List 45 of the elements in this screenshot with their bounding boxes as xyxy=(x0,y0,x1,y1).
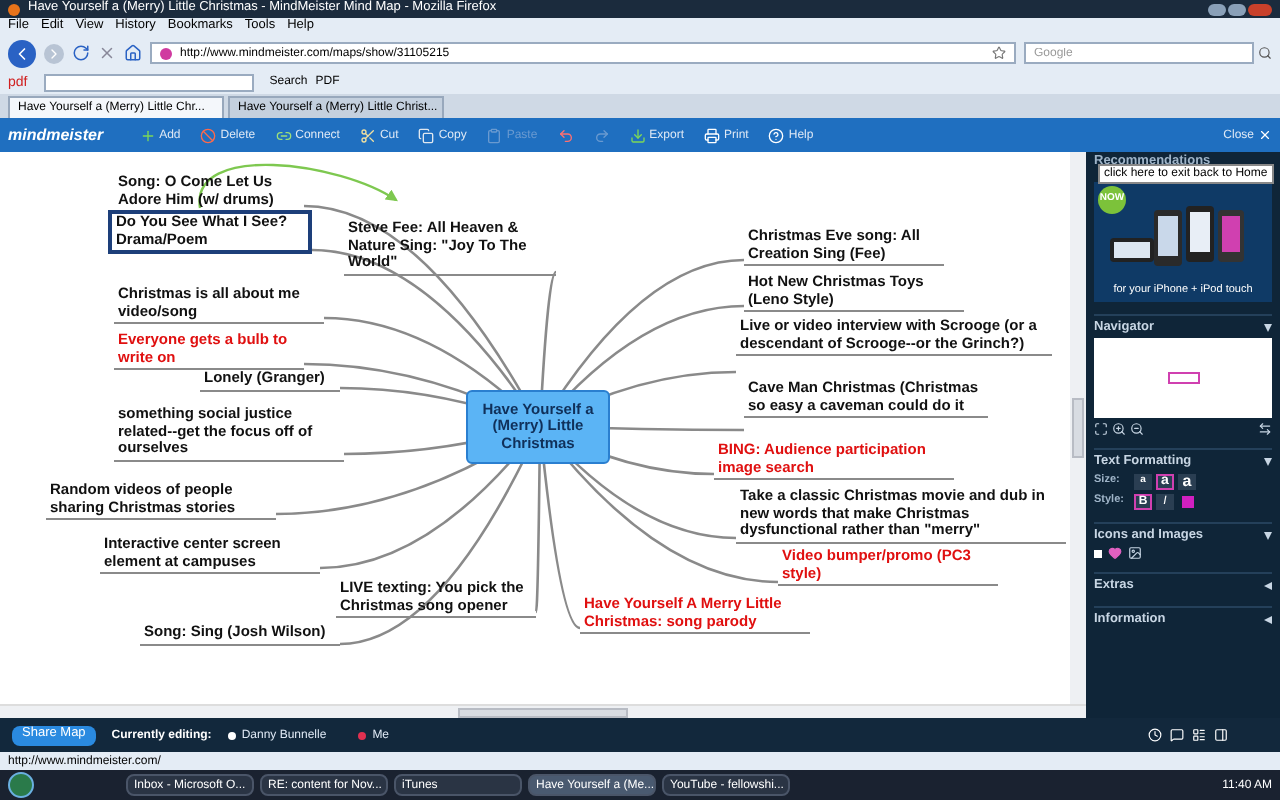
caret-left-icon[interactable] xyxy=(1264,615,1272,624)
minimize-button[interactable] xyxy=(1208,3,1226,15)
scissors-icon xyxy=(359,127,376,143)
caret-down-icon[interactable] xyxy=(1263,531,1272,540)
site-icon xyxy=(160,47,172,59)
zoom-in-icon[interactable] xyxy=(1112,422,1126,436)
horizontal-scrollbar[interactable] xyxy=(0,704,1086,718)
vertical-scrollbar[interactable] xyxy=(1070,152,1086,704)
list-icon[interactable] xyxy=(1192,728,1206,742)
mindmeister-logo: mindmeister xyxy=(8,127,104,143)
back-button[interactable] xyxy=(8,39,36,67)
close-icon xyxy=(1258,128,1272,142)
printer-icon xyxy=(704,127,721,143)
zoom-out-icon[interactable] xyxy=(1130,422,1144,436)
pdf-search-field[interactable] xyxy=(43,73,254,91)
plus-icon xyxy=(139,127,156,143)
prohibited-icon xyxy=(200,127,217,143)
layout-icon[interactable] xyxy=(1258,422,1272,436)
text-color-swatch[interactable] xyxy=(1182,495,1194,507)
firefox-icon xyxy=(8,3,20,15)
bookmark-star-icon[interactable] xyxy=(992,46,1006,60)
reload-icon[interactable] xyxy=(72,44,90,62)
icon-swatch[interactable] xyxy=(1094,549,1102,557)
heart-icon[interactable] xyxy=(1108,546,1122,560)
image-icon[interactable] xyxy=(1128,546,1142,560)
stop-icon[interactable] xyxy=(98,44,116,62)
search-icon[interactable] xyxy=(1258,46,1272,60)
fit-icon[interactable] xyxy=(1094,422,1108,436)
size-option[interactable]: a xyxy=(1178,473,1196,489)
caret-left-icon[interactable] xyxy=(1264,582,1272,591)
clipboard-icon xyxy=(486,127,503,143)
download-icon xyxy=(629,127,646,143)
caret-down-icon[interactable] xyxy=(1263,458,1272,467)
link-icon xyxy=(275,127,292,143)
history-icon[interactable] xyxy=(1148,728,1162,742)
viewport-rectangle[interactable] xyxy=(1167,372,1199,384)
panel-icon[interactable] xyxy=(1214,728,1228,742)
help-icon xyxy=(768,127,785,143)
maximize-button[interactable] xyxy=(1228,3,1246,15)
copy-icon xyxy=(418,127,435,143)
start-button[interactable] xyxy=(8,772,34,798)
close-button[interactable] xyxy=(1248,3,1272,15)
home-icon[interactable] xyxy=(124,44,142,62)
chat-icon[interactable] xyxy=(1170,728,1184,742)
caret-down-icon[interactable] xyxy=(1263,323,1272,332)
